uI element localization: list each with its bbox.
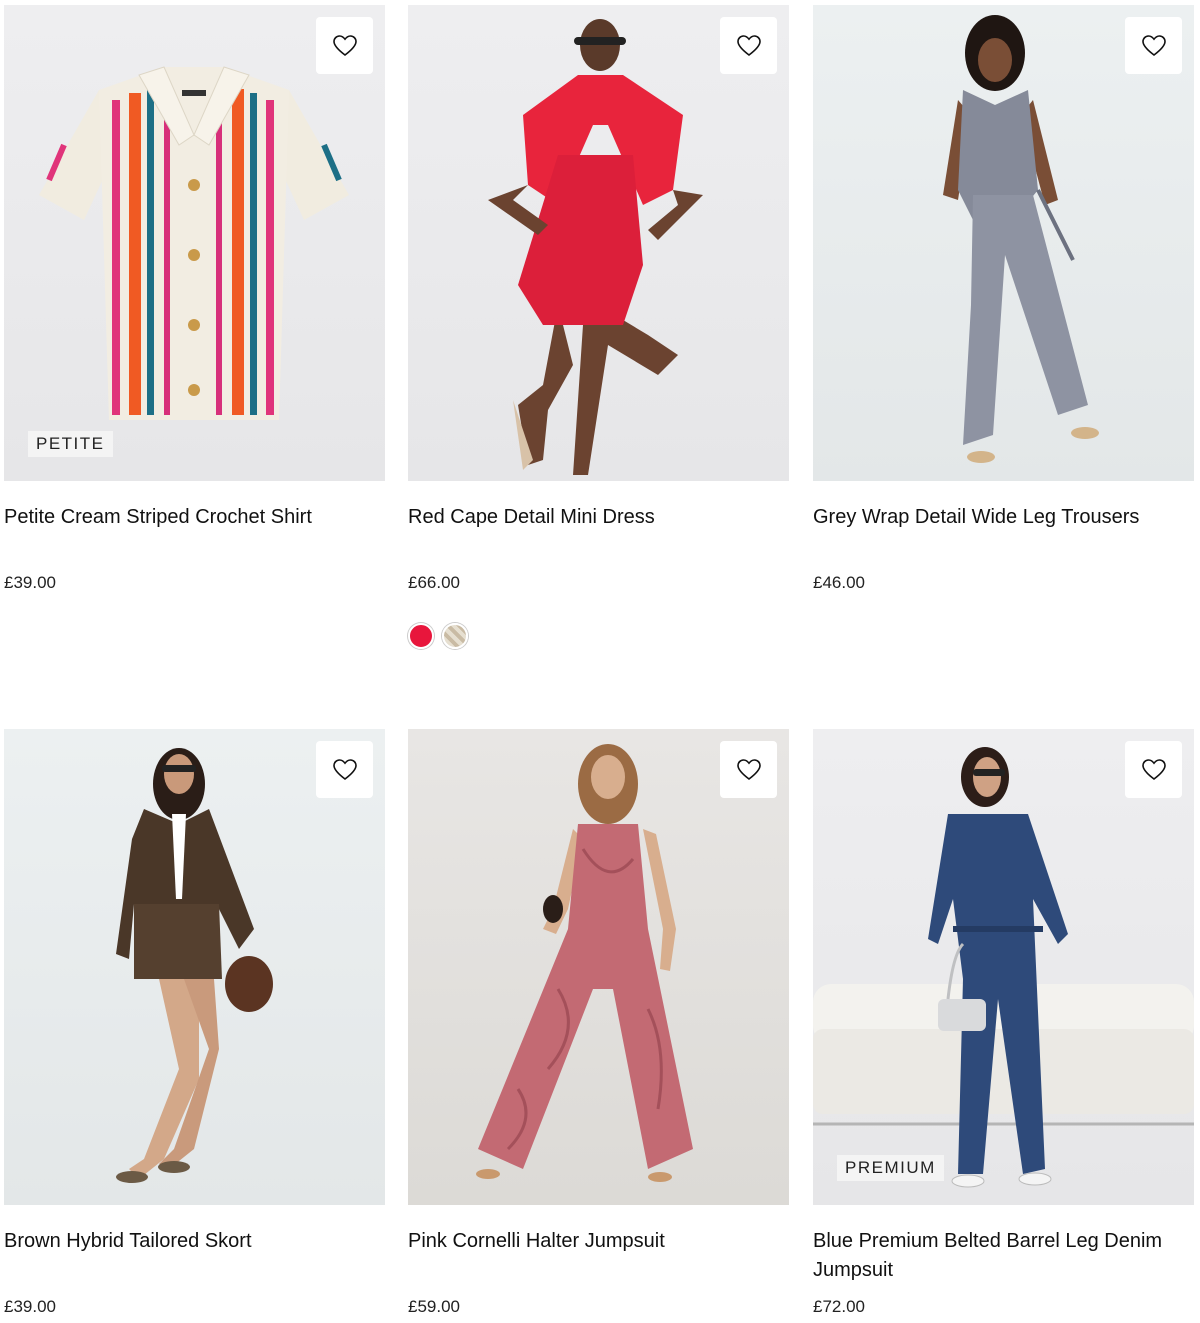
- premium-badge: PREMIUM: [837, 1155, 944, 1181]
- colour-swatch-neutral[interactable]: [442, 623, 468, 649]
- product-card[interactable]: Brown Hybrid Tailored Skort £39.00: [4, 729, 385, 1317]
- wishlist-button[interactable]: [1125, 17, 1182, 74]
- product-image[interactable]: [4, 729, 385, 1205]
- product-price: £39.00: [4, 573, 56, 592]
- wishlist-button[interactable]: [1125, 741, 1182, 798]
- petite-badge: PETITE: [28, 431, 113, 457]
- heart-icon: [332, 34, 357, 56]
- wishlist-button[interactable]: [316, 17, 373, 74]
- model-illustration: [116, 748, 273, 1183]
- heart-icon: [1141, 34, 1166, 56]
- product-title[interactable]: Blue Premium Belted Barrel Leg Denim Jum…: [813, 1227, 1194, 1285]
- product-price: £59.00: [408, 1297, 460, 1316]
- product-title[interactable]: Pink Cornelli Halter Jumpsuit: [408, 1227, 789, 1285]
- product-price: £66.00: [408, 573, 460, 592]
- product-title[interactable]: Grey Wrap Detail Wide Leg Trousers: [813, 503, 1194, 561]
- shirt-illustration: [39, 66, 349, 420]
- heart-icon: [332, 758, 357, 780]
- product-price: £39.00: [4, 1297, 56, 1316]
- product-card[interactable]: Grey Wrap Detail Wide Leg Trousers £46.0…: [813, 5, 1194, 593]
- wishlist-button[interactable]: [720, 741, 777, 798]
- product-price: £46.00: [813, 573, 865, 592]
- heart-icon: [736, 34, 761, 56]
- colour-swatch-red[interactable]: [408, 623, 434, 649]
- product-image[interactable]: PREMIUM: [813, 729, 1194, 1205]
- model-illustration: [488, 19, 703, 475]
- model-illustration: [943, 15, 1099, 463]
- model-illustration: [476, 744, 693, 1182]
- wishlist-button[interactable]: [316, 741, 373, 798]
- colour-swatches: [408, 623, 789, 649]
- model-illustration: [813, 747, 1194, 1188]
- product-card[interactable]: PETITE Petite Cream Striped Crochet Shir…: [4, 5, 385, 593]
- product-image[interactable]: [813, 5, 1194, 481]
- product-title[interactable]: Brown Hybrid Tailored Skort: [4, 1227, 385, 1285]
- product-title[interactable]: Red Cape Detail Mini Dress: [408, 503, 789, 561]
- wishlist-button[interactable]: [720, 17, 777, 74]
- product-card[interactable]: Pink Cornelli Halter Jumpsuit £59.00: [408, 729, 789, 1317]
- product-title[interactable]: Petite Cream Striped Crochet Shirt: [4, 503, 385, 561]
- product-price: £72.00: [813, 1297, 865, 1316]
- product-image[interactable]: PETITE: [4, 5, 385, 481]
- product-image[interactable]: [408, 5, 789, 481]
- heart-icon: [736, 758, 761, 780]
- product-card[interactable]: Red Cape Detail Mini Dress £66.00: [408, 5, 789, 649]
- product-image[interactable]: [408, 729, 789, 1205]
- heart-icon: [1141, 758, 1166, 780]
- product-card[interactable]: PREMIUM Blue Premium Belted Barrel Leg D…: [813, 729, 1194, 1317]
